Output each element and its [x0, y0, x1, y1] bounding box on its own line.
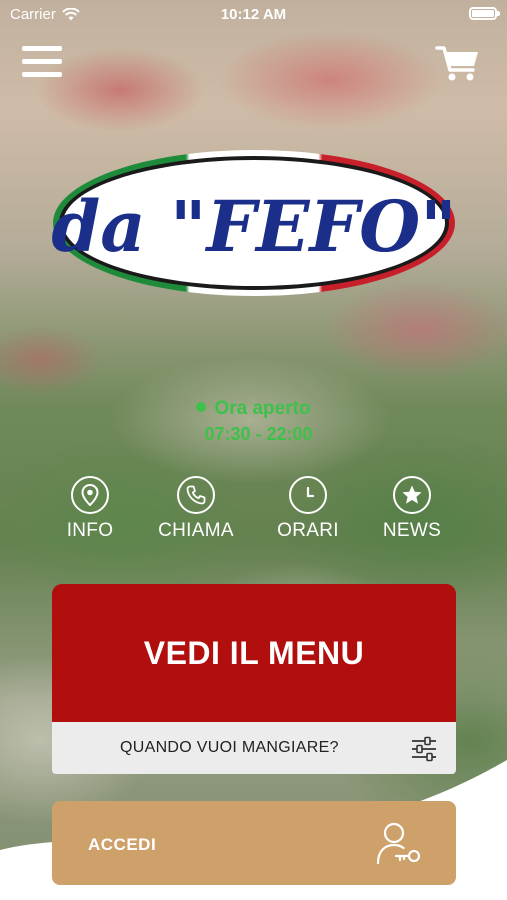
restaurant-logo: da "FEFO" [51, 150, 457, 296]
status-bar: Carrier 10:12 AM [0, 0, 507, 28]
action-info-label: INFO [66, 520, 114, 541]
action-info[interactable]: INFO [40, 476, 140, 542]
battery-icon [469, 7, 500, 20]
clock-time: 10:12 AM [220, 6, 287, 23]
location-pin-icon [71, 476, 109, 514]
quick-actions: INFO CHIAMA ORARI NEWS [0, 476, 507, 546]
view-menu-label: VEDI IL MENU [143, 634, 365, 671]
open-dot-icon [196, 401, 207, 412]
login-label: ACCEDI [88, 835, 157, 854]
star-icon [393, 476, 431, 514]
action-news-label: NEWS [382, 520, 442, 541]
cart-icon[interactable] [435, 44, 481, 84]
open-status-label: Ora aperto [214, 398, 311, 419]
action-news[interactable]: NEWS [362, 476, 462, 542]
opening-hours: 07:30 - 22:00 [204, 424, 313, 444]
user-key-icon [376, 822, 421, 865]
logo-text: da "FEFO" [51, 185, 456, 268]
filter-sliders-icon[interactable] [410, 735, 438, 763]
hamburger-icon[interactable] [22, 46, 62, 80]
action-hours[interactable]: ORARI [258, 476, 358, 542]
open-status: Ora aperto [0, 398, 507, 420]
login-button[interactable]: ACCEDI [52, 801, 456, 885]
action-call[interactable]: CHIAMA [146, 476, 246, 542]
when-to-eat-selector[interactable]: QUANDO VUOI MANGIARE? [52, 722, 456, 774]
action-call-label: CHIAMA [158, 520, 234, 541]
clock-icon [289, 476, 327, 514]
action-hours-label: ORARI [277, 520, 339, 541]
phone-icon [177, 476, 215, 514]
view-menu-button[interactable]: VEDI IL MENU [52, 584, 456, 722]
when-to-eat-label: QUANDO VUOI MANGIARE? [120, 739, 339, 756]
